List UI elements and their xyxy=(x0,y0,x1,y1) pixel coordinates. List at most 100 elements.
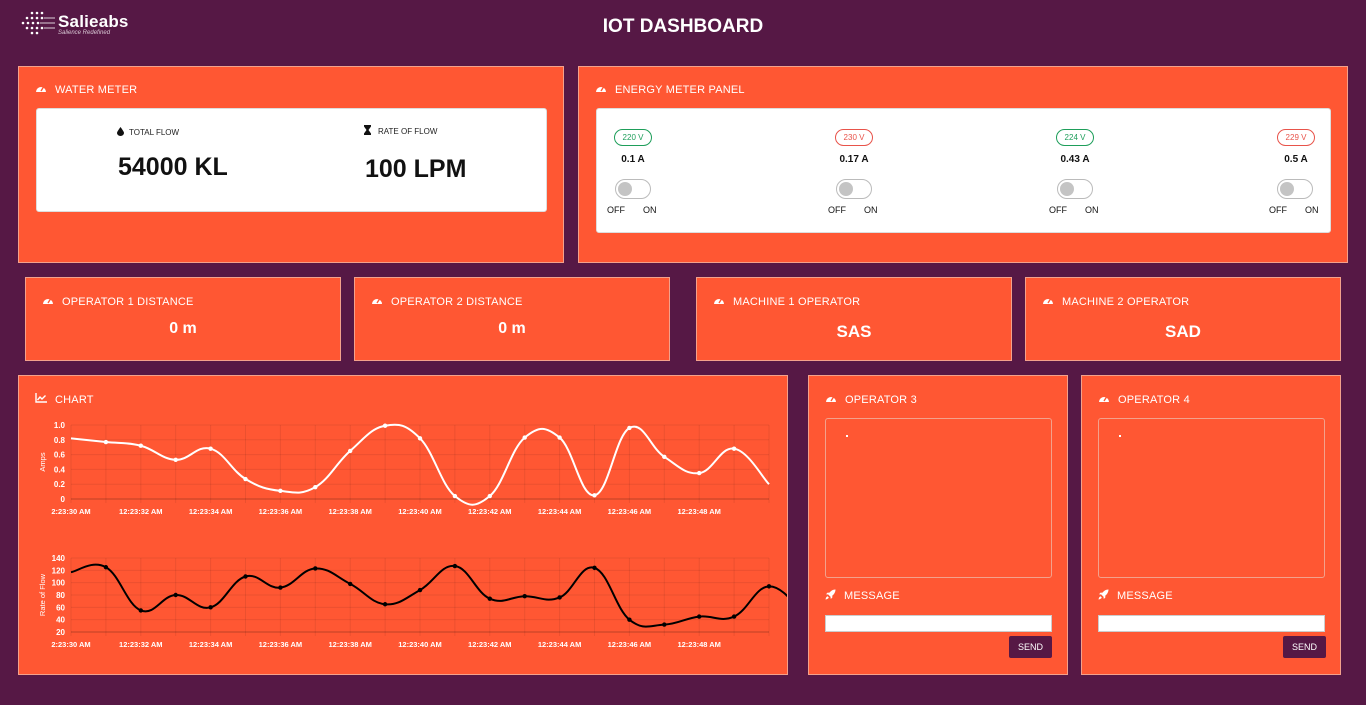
data-point xyxy=(592,493,597,498)
dashboard-icon xyxy=(825,393,837,406)
operator-4-panel: OPERATOR 4 MESSAGE SEND xyxy=(1081,375,1341,675)
on-label: ON xyxy=(864,205,878,215)
rocket-icon xyxy=(1098,589,1109,603)
x-tick-label: 12:23:46 AM xyxy=(608,640,652,649)
data-point xyxy=(208,446,213,451)
dashboard-icon xyxy=(371,295,383,308)
on-label: ON xyxy=(1305,205,1319,215)
data-point xyxy=(522,435,527,440)
operator-3-title-text: OPERATOR 3 xyxy=(845,393,917,406)
x-tick-label: 12:23:38 AM xyxy=(328,640,372,649)
energy-meter-title-text: ENERGY METER PANEL xyxy=(615,83,745,96)
card-title: OPERATOR 1 DISTANCE xyxy=(42,295,194,308)
energy-meter-box: 220 V 0.1 A OFF ON 230 V 0.17 A OFF ON 224… xyxy=(596,108,1331,233)
data-point xyxy=(452,493,458,499)
data-point xyxy=(417,436,423,441)
operator-4-message-label: MESSAGE xyxy=(1098,589,1173,603)
data-point xyxy=(173,592,178,598)
operator-3-send-button[interactable]: SEND xyxy=(1009,636,1052,658)
data-point xyxy=(697,470,702,476)
operator-1-distance-card: OPERATOR 1 DISTANCE 0 m xyxy=(25,277,341,361)
toggle-knob xyxy=(839,182,853,196)
data-point xyxy=(278,585,283,590)
channel-2-toggle[interactable] xyxy=(836,179,872,199)
operator-4-message-log[interactable] xyxy=(1098,418,1325,578)
data-point xyxy=(592,565,597,571)
y-tick-label: 100 xyxy=(52,579,66,588)
data-point xyxy=(557,435,562,440)
data-point xyxy=(452,563,458,569)
data-point xyxy=(662,454,667,460)
dashboard-icon xyxy=(595,83,607,96)
data-point xyxy=(382,602,388,607)
x-tick-label: 12:23:44 AM xyxy=(538,640,582,649)
x-tick-label: 12:23:42 AM xyxy=(468,507,512,516)
operator-3-panel: OPERATOR 3 MESSAGE SEND xyxy=(808,375,1068,675)
y-tick-label: 0 xyxy=(61,495,66,504)
operator-1-distance-value: 0 m xyxy=(169,320,197,337)
x-tick-label: 12:23:48 AM xyxy=(677,640,721,649)
y-tick-label: 0.6 xyxy=(54,451,66,460)
data-point xyxy=(138,608,143,613)
operator-4-send-button[interactable]: SEND xyxy=(1283,636,1326,658)
operator-4-message-label-text: MESSAGE xyxy=(1117,590,1173,602)
operator-3-message-log[interactable] xyxy=(825,418,1052,578)
data-point xyxy=(731,614,737,619)
operator-2-distance-card: OPERATOR 2 DISTANCE 0 m xyxy=(354,277,670,361)
card-title: MACHINE 2 OPERATOR xyxy=(1042,295,1189,308)
energy-meter-panel: ENERGY METER PANEL 220 V 0.1 A OFF ON 230… xyxy=(578,66,1348,263)
operator-4-title-text: OPERATOR 4 xyxy=(1118,393,1190,406)
operator-4-message-input[interactable] xyxy=(1098,615,1325,632)
series-line xyxy=(70,563,787,628)
data-point xyxy=(417,587,423,593)
voltage-badge: 229 V xyxy=(1276,129,1316,146)
operator-3-message-label: MESSAGE xyxy=(825,589,900,603)
water-meter-title-text: WATER METER xyxy=(55,83,138,96)
total-flow-label: TOTAL FLOW xyxy=(117,127,179,138)
on-label: ON xyxy=(643,205,657,215)
page-title: IOT DASHBOARD xyxy=(602,16,764,37)
dashboard-icon xyxy=(1098,393,1110,406)
hourglass-icon xyxy=(364,125,371,137)
data-point xyxy=(138,443,143,448)
current-value: 0.1 A xyxy=(621,154,645,165)
y-tick-label: 60 xyxy=(56,603,65,612)
card-title: MACHINE 1 OPERATOR xyxy=(713,295,860,308)
data-point xyxy=(697,614,702,619)
x-tick-label: 12:23:36 AM xyxy=(259,507,303,516)
y-tick-label: 0.2 xyxy=(54,480,66,489)
current-value: 0.5 A xyxy=(1284,154,1308,165)
operator-3-title: OPERATOR 3 xyxy=(825,393,917,406)
data-point xyxy=(662,622,667,627)
x-tick-label: 12:23:34 AM xyxy=(189,507,233,516)
operator-4-title: OPERATOR 4 xyxy=(1098,393,1190,406)
y-tick-label: 20 xyxy=(56,628,65,637)
total-flow-value: 54000 KL xyxy=(118,153,228,181)
channel-4-toggle[interactable] xyxy=(1277,179,1313,199)
operator-3-message-input[interactable] xyxy=(825,615,1052,632)
data-point xyxy=(487,596,492,601)
off-label: OFF xyxy=(828,205,846,215)
y-axis-label: Rate of Flow xyxy=(38,573,47,616)
data-point xyxy=(243,574,248,579)
current-value: 0.17 A xyxy=(839,154,869,165)
off-label: OFF xyxy=(1269,205,1287,215)
cursor-dot xyxy=(846,435,848,437)
x-tick-label: 2:23:30 AM xyxy=(51,507,90,516)
channel-1-toggle[interactable] xyxy=(615,179,651,199)
data-point xyxy=(348,581,353,587)
dashboard-icon xyxy=(42,295,54,308)
data-point xyxy=(278,488,283,494)
machine-1-operator-card: MACHINE 1 OPERATOR SAS xyxy=(696,277,1012,361)
drop-icon xyxy=(117,127,124,138)
dashboard-icon xyxy=(35,83,47,96)
data-point xyxy=(487,493,492,499)
x-tick-label: 2:23:30 AM xyxy=(51,640,90,649)
data-point xyxy=(766,584,772,589)
channel-3-toggle[interactable] xyxy=(1057,179,1093,199)
data-point xyxy=(382,423,388,428)
toggle-knob xyxy=(1280,182,1294,196)
machine-2-operator-value: SAD xyxy=(1165,322,1201,341)
operator-2-distance-value: 0 m xyxy=(498,320,526,337)
x-tick-label: 12:23:40 AM xyxy=(398,507,442,516)
